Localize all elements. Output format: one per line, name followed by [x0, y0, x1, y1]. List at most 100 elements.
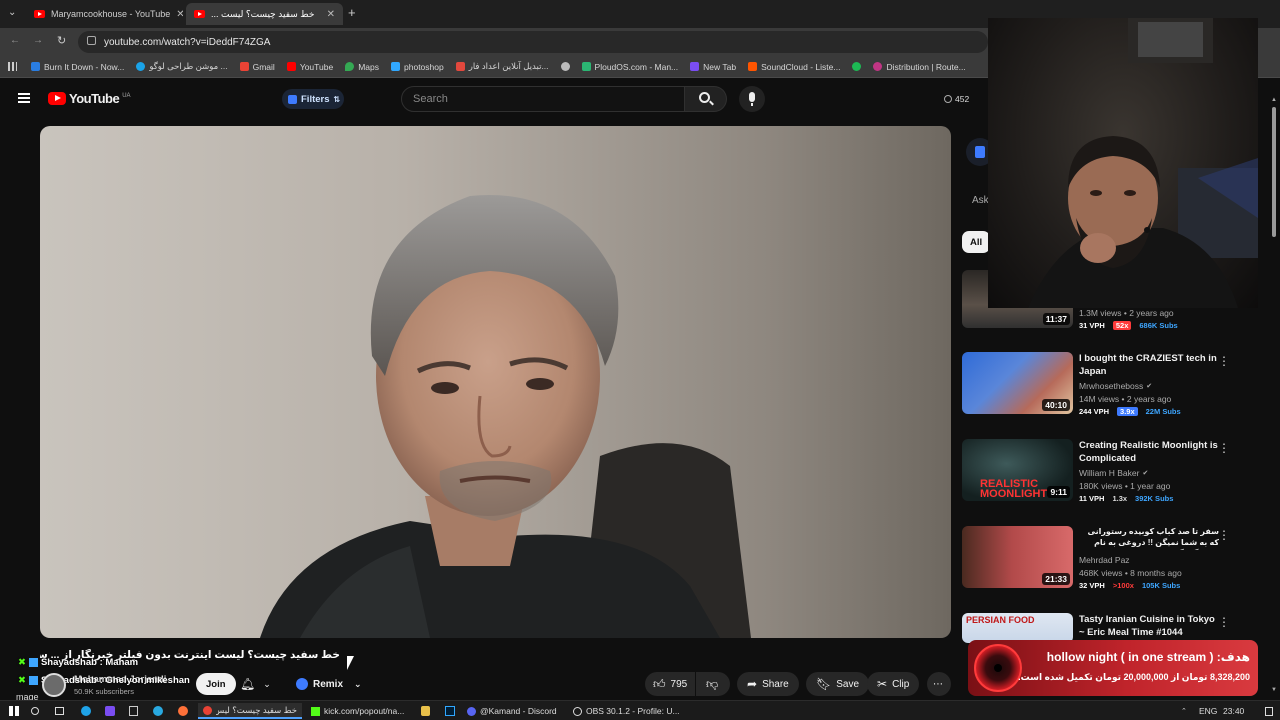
telegram-taskbar-icon[interactable]	[148, 703, 168, 719]
edge-taskbar-icon[interactable]	[76, 703, 96, 719]
task-view-button[interactable]	[50, 703, 69, 719]
reload-icon[interactable]: ↻	[57, 34, 66, 47]
maps-icon	[345, 62, 355, 71]
app-taskbar-icon[interactable]	[416, 703, 435, 719]
video-frame	[260, 195, 751, 638]
bookmark-item[interactable]	[560, 62, 570, 71]
share-arrow-icon: ➦	[747, 677, 758, 691]
video-title: Creating Realistic Moonlight is Complica…	[1079, 440, 1218, 464]
tab-active-video[interactable]: خط سفید چیست؟ لیست ... ✕	[186, 3, 343, 25]
scroll-up-icon[interactable]: ▲	[1271, 97, 1277, 103]
filters-button[interactable]: Filters ⇅	[282, 89, 344, 109]
voice-search-button[interactable]	[739, 86, 765, 112]
save-button[interactable]: 🔖︎ Save	[806, 672, 870, 696]
notification-icon[interactable]	[1260, 703, 1278, 719]
microphone-icon	[749, 92, 755, 102]
more-vertical-icon[interactable]: ⋮	[1218, 354, 1230, 368]
search-input[interactable]: Search	[401, 86, 685, 112]
subscriber-count: 50.9K subscribers	[74, 687, 135, 696]
video-stats: 31 VPH 52x 686K Subs	[1079, 321, 1178, 330]
taskbar-window-kick[interactable]: kick.com/popout/na...	[306, 703, 412, 719]
clock[interactable]: 23:40	[1218, 703, 1249, 719]
badge-icon	[28, 676, 38, 685]
url-input[interactable]: youtube.com/watch?v=iDeddF74ZGA	[78, 31, 988, 53]
tab-label: Maryamcookhouse - YouTube	[51, 9, 171, 19]
youtube-favicon-icon	[194, 10, 205, 18]
bookmark-item[interactable]: موشن طراحی لوگو ...	[136, 61, 228, 72]
remix-button[interactable]: Remix ⌄	[290, 673, 368, 695]
webcam-overlay	[988, 18, 1258, 308]
windows-taskbar: خط سفید چیست؟ لیس... kick.com/popout/na.…	[0, 700, 1280, 720]
video-thumbnail[interactable]: 21:33	[962, 526, 1073, 588]
tray-chevron-up-icon[interactable]: ⌃	[1176, 703, 1192, 719]
app-taskbar-icon[interactable]	[100, 703, 120, 719]
bookmark-item[interactable]: Gmail	[239, 62, 275, 72]
share-button[interactable]: ➦ Share	[737, 672, 799, 696]
scroll-down-icon[interactable]: ▼	[1271, 687, 1277, 693]
more-vertical-icon[interactable]: ⋮	[1218, 528, 1230, 542]
bookmark-item[interactable]: SoundCloud - Liste...	[748, 62, 840, 72]
photoshop-taskbar-icon[interactable]	[440, 703, 460, 719]
spotify-icon	[852, 62, 862, 71]
forward-arrow-icon[interactable]: →	[33, 35, 43, 46]
close-tab-icon[interactable]: ✕	[176, 9, 183, 20]
notification-bell-button[interactable]: 🔔︎ ⌄	[234, 673, 277, 695]
video-thumbnail[interactable]: 40:10	[962, 352, 1073, 414]
bookmark-item[interactable]: YouTube	[286, 62, 333, 72]
page-scrollbar[interactable]: ▲ ▼	[1270, 95, 1278, 695]
channel-avatar[interactable]	[42, 673, 66, 697]
chat-overlay-line-1: ✖ Shayadshab : Maham	[18, 657, 139, 668]
like-button[interactable]: 👍︎ 795	[645, 672, 695, 696]
search-button[interactable]	[685, 86, 727, 112]
new-tab-button[interactable]: +	[348, 5, 356, 20]
taskbar-window-obs[interactable]: OBS 30.1.2 - Profile: U...	[568, 703, 680, 719]
webcam-frame	[1028, 18, 1258, 308]
more-vertical-icon[interactable]: ⋮	[1218, 615, 1230, 629]
video-thumbnail[interactable]: PERSIAN FOOD	[962, 613, 1073, 643]
recommended-video[interactable]: 40:10 I bought the CRAZIEST tech in Japa…	[962, 352, 1252, 416]
start-button[interactable]	[4, 703, 24, 719]
bookmark-item[interactable]: Distribution | Route...	[873, 62, 966, 72]
recommended-video[interactable]: 21:33 سفر تا صد کباب کوبیده رستورانی که …	[962, 526, 1252, 590]
bookmark-item[interactable]: تبدیل آنلاین اعداد فار...	[455, 61, 549, 72]
video-player[interactable]	[40, 126, 951, 638]
apps-grid-icon[interactable]	[8, 62, 17, 71]
tab-list-icon[interactable]: ⌄	[8, 7, 16, 18]
more-vertical-icon[interactable]: ⋮	[1218, 441, 1230, 455]
taskbar-window-chrome[interactable]: خط سفید چیست؟ لیس...	[198, 703, 302, 719]
clip-button[interactable]: ✂ Clip	[867, 672, 920, 696]
url-text: youtube.com/watch?v=iDeddF74ZGA	[104, 36, 271, 48]
tab-maryamcookhouse[interactable]: Maryamcookhouse - YouTube ✕	[26, 3, 183, 25]
taskbar-window-discord[interactable]: @Kamand - Discord	[462, 703, 562, 719]
more-actions-button[interactable]: ⋯	[927, 672, 951, 696]
donation-goal-banner: هدف: ( in one stream ) hollow night 8,32…	[968, 640, 1258, 696]
bookmark-item[interactable]: PloudOS.com - Man...	[581, 62, 678, 72]
bookmark-item[interactable]: photoshop	[391, 62, 444, 72]
ask-button[interactable]: Ask	[972, 195, 989, 206]
join-button[interactable]: Join	[196, 673, 236, 695]
bookmark-item[interactable]: Burn It Down - Now...	[31, 62, 124, 72]
badge-icon	[28, 658, 38, 667]
calculator-taskbar-icon[interactable]	[124, 703, 143, 719]
hamburger-menu-icon[interactable]	[18, 93, 30, 103]
firefox-taskbar-icon[interactable]	[173, 703, 193, 719]
search-taskbar-button[interactable]	[26, 703, 44, 719]
chip-all[interactable]: All	[962, 231, 991, 253]
task-view-icon	[55, 707, 64, 715]
back-arrow-icon[interactable]: ←	[10, 35, 20, 46]
thumbs-down-icon: 👎︎	[706, 676, 719, 691]
scrollbar-thumb[interactable]	[1272, 107, 1276, 237]
photoshop-icon	[391, 62, 401, 71]
bookmark-item[interactable]: New Tab	[690, 62, 736, 72]
dislike-button[interactable]: 👎︎	[696, 672, 730, 696]
recommended-video[interactable]: REALISTIC MOONLIGHT 9:11 Creating Realis…	[962, 439, 1252, 503]
bookmark-item[interactable]: Maps	[345, 62, 379, 72]
bookmark-favicon-icon	[455, 62, 465, 71]
bookmark-item[interactable]	[852, 62, 862, 71]
soundcloud-icon	[748, 62, 758, 71]
site-info-icon[interactable]	[87, 36, 96, 45]
youtube-logo[interactable]: YouTube UA	[48, 91, 131, 106]
close-tab-icon[interactable]: ✕	[327, 9, 335, 20]
video-thumbnail[interactable]: REALISTIC MOONLIGHT 9:11	[962, 439, 1073, 501]
kick-icon	[311, 706, 320, 716]
